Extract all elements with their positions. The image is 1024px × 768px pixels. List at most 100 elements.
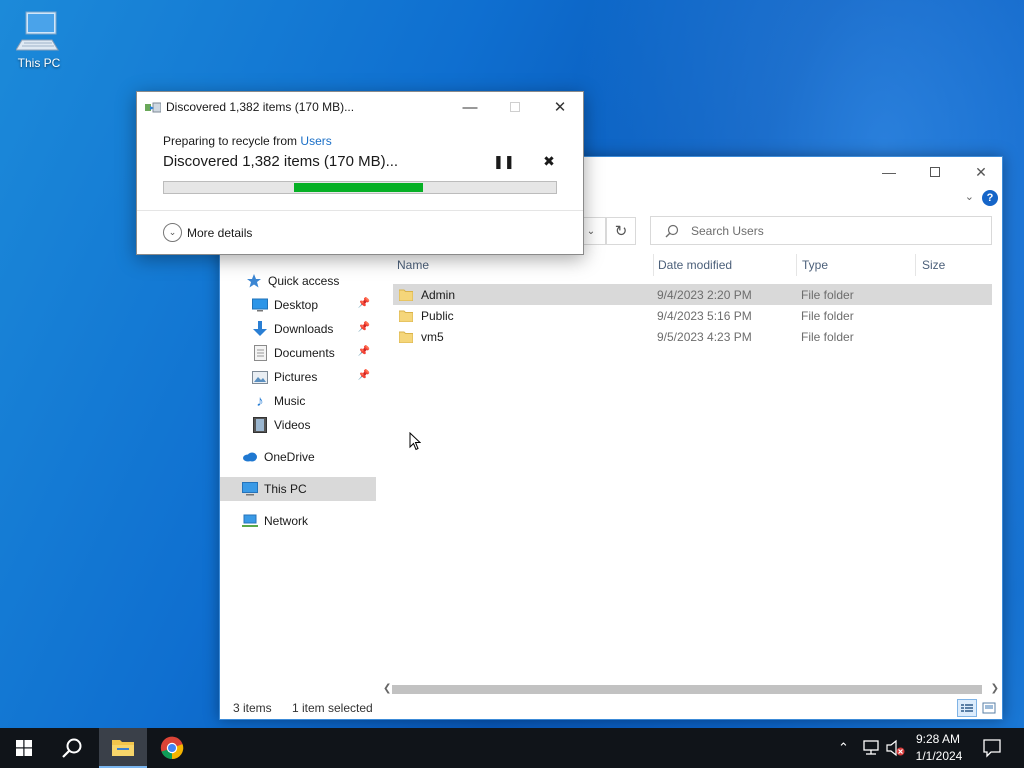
- dialog-divider: [137, 210, 583, 211]
- nav-item-this-pc[interactable]: This PC: [220, 477, 376, 501]
- mouse-cursor-icon: [409, 432, 421, 451]
- nav-item-videos[interactable]: Videos: [220, 413, 376, 437]
- details-view-icon: [961, 704, 973, 712]
- nav-item-onedrive[interactable]: OneDrive: [220, 445, 376, 469]
- column-header-size[interactable]: Size: [918, 253, 992, 277]
- file-type: File folder: [801, 329, 854, 344]
- music-note-icon: ♪: [256, 392, 264, 410]
- nav-label: Pictures: [274, 370, 318, 384]
- horizontal-scrollbar[interactable]: ❮ ❯: [380, 681, 1002, 697]
- progress-bar-fill: [294, 183, 423, 192]
- start-button[interactable]: [0, 728, 48, 768]
- large-icons-view-button[interactable]: [979, 699, 999, 717]
- column-header-type[interactable]: Type: [798, 253, 916, 277]
- dialog-title: Discovered 1,382 items (170 MB)...: [166, 100, 355, 114]
- dialog-status-text: Discovered 1,382 items (170 MB)...: [163, 153, 399, 170]
- file-row-public[interactable]: Public 9/4/2023 5:16 PM File folder: [393, 305, 992, 326]
- network-icon: [242, 513, 258, 529]
- nav-label: Documents: [274, 346, 335, 360]
- file-row-admin[interactable]: Admin 9/4/2023 2:20 PM File folder: [393, 284, 992, 305]
- navigation-pane: Quick access Desktop 📌 Downloads 📌 Docum…: [220, 257, 376, 697]
- star-icon: [246, 273, 262, 289]
- status-bar: 3 items 1 item selected: [220, 697, 1002, 719]
- pin-icon[interactable]: 📌: [358, 322, 370, 333]
- pin-icon[interactable]: 📌: [358, 298, 370, 309]
- scroll-left-icon[interactable]: ❮: [383, 681, 391, 697]
- column-divider[interactable]: [915, 254, 916, 276]
- status-selection: 1 item selected: [292, 701, 373, 715]
- chrome-icon: [160, 736, 184, 760]
- film-icon: [252, 417, 268, 433]
- file-explorer-icon: [112, 740, 134, 756]
- source-folder-link[interactable]: Users: [300, 134, 331, 148]
- document-icon: [252, 345, 268, 361]
- nav-label: Quick access: [268, 274, 340, 288]
- nav-item-network[interactable]: Network: [220, 509, 376, 533]
- help-icon[interactable]: ?: [982, 190, 998, 206]
- nav-label: Downloads: [274, 322, 334, 336]
- volume-muted-icon[interactable]: [886, 739, 906, 757]
- delete-progress-dialog: Discovered 1,382 items (170 MB)... — ✕ P…: [136, 91, 584, 255]
- network-status-icon[interactable]: [862, 740, 880, 756]
- ribbon-expand-icon[interactable]: ⌄: [965, 190, 974, 203]
- tray-overflow-chevron-icon[interactable]: ⌃: [838, 740, 849, 756]
- scroll-right-icon[interactable]: ❯: [991, 681, 999, 697]
- cloud-icon: [242, 449, 258, 465]
- pin-icon[interactable]: 📌: [358, 370, 370, 381]
- file-name: Public: [421, 308, 454, 323]
- details-view-button[interactable]: [957, 699, 977, 717]
- column-header-date-modified[interactable]: Date modified: [654, 253, 798, 277]
- minimize-button[interactable]: —: [866, 157, 912, 187]
- desktop-icon-this-pc[interactable]: This PC: [10, 8, 68, 76]
- cancel-operation-button[interactable]: ✖: [539, 153, 559, 173]
- chevron-down-icon: ⌄: [163, 223, 182, 242]
- folder-icon: [399, 310, 413, 322]
- clock-date[interactable]: 1/1/2024: [908, 749, 970, 763]
- nav-item-downloads[interactable]: Downloads 📌: [220, 317, 376, 341]
- more-details-toggle[interactable]: ⌄ More details: [163, 223, 252, 242]
- download-arrow-icon: [252, 321, 268, 337]
- nav-label: Videos: [274, 418, 311, 432]
- recycle-progress-icon: [145, 102, 161, 113]
- nav-label: Network: [264, 514, 309, 528]
- search-input[interactable]: Search Users: [650, 216, 992, 245]
- dialog-minimize-button[interactable]: —: [447, 92, 493, 122]
- column-header-name[interactable]: Name: [393, 253, 655, 277]
- pin-icon[interactable]: 📌: [358, 346, 370, 357]
- nav-label: OneDrive: [264, 450, 315, 464]
- subtitle-text: Preparing to recycle from: [163, 134, 298, 148]
- taskbar-file-explorer[interactable]: [99, 728, 147, 768]
- search-placeholder: Search Users: [691, 223, 764, 238]
- column-divider[interactable]: [796, 254, 797, 276]
- maximize-button[interactable]: [912, 157, 958, 187]
- file-type: File folder: [801, 287, 854, 302]
- nav-item-music[interactable]: ♪ Music: [220, 389, 376, 413]
- nav-label: Music: [274, 394, 306, 408]
- dialog-close-button[interactable]: ✕: [537, 92, 583, 122]
- close-button[interactable]: ✕: [958, 157, 1004, 187]
- taskbar-chrome[interactable]: [148, 728, 196, 768]
- progress-bar: [163, 181, 557, 194]
- notification-center-icon[interactable]: [982, 738, 1002, 758]
- file-date: 9/4/2023 5:16 PM: [657, 308, 752, 323]
- folder-icon: [399, 331, 413, 343]
- nav-item-documents[interactable]: Documents 📌: [220, 341, 376, 365]
- file-date: 9/4/2023 2:20 PM: [657, 287, 752, 302]
- dialog-title-bar[interactable]: Discovered 1,382 items (170 MB)... — ✕: [137, 92, 583, 122]
- nav-label: Desktop: [274, 298, 319, 312]
- nav-item-pictures[interactable]: Pictures 📌: [220, 365, 376, 389]
- refresh-button[interactable]: ↻: [606, 217, 636, 245]
- scrollbar-thumb[interactable]: [392, 685, 982, 694]
- windows-logo-icon: [16, 740, 32, 756]
- file-name: vm5: [421, 329, 444, 344]
- search-button[interactable]: [48, 728, 96, 768]
- nav-item-desktop[interactable]: Desktop 📌: [220, 293, 376, 317]
- clock-time[interactable]: 9:28 AM: [908, 732, 968, 746]
- folder-icon: [399, 289, 413, 301]
- file-row-vm5[interactable]: vm5 9/5/2023 4:23 PM File folder: [393, 326, 992, 347]
- computer-icon: [15, 10, 62, 54]
- nav-item-quick-access[interactable]: Quick access: [220, 269, 376, 293]
- pause-button[interactable]: ❚❚: [493, 154, 515, 174]
- nav-label: This PC: [264, 482, 307, 496]
- dialog-maximize-button: [492, 92, 538, 122]
